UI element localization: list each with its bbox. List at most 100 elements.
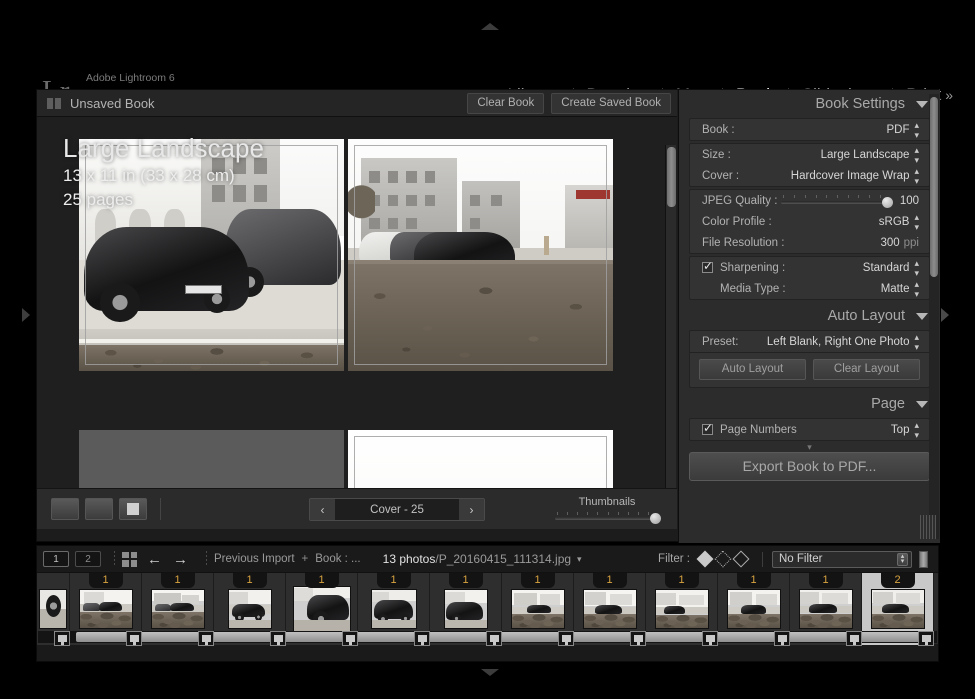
clear-layout-button[interactable]: Clear Layout: [813, 359, 920, 380]
row-media-type[interactable]: Media Type : Matte ▴▾: [690, 278, 929, 299]
page-right-photo[interactable]: [348, 430, 613, 488]
page-left-blank[interactable]: [79, 430, 344, 488]
value-media-type[interactable]: Matte: [881, 283, 910, 295]
filmstrip-thumbnails[interactable]: 1 1: [37, 572, 938, 644]
book-preview-canvas[interactable]: Back Cover: [37, 117, 677, 488]
flag-picked-icon[interactable]: [697, 551, 714, 568]
next-page-button[interactable]: ›: [459, 499, 484, 520]
bottom-panel-toggle-icon[interactable]: [481, 669, 499, 676]
book-settings-group: Book : PDF ▴▾: [689, 118, 930, 141]
slider-line: [781, 201, 890, 204]
top-panel-toggle-icon[interactable]: [481, 23, 499, 30]
page-photo: [79, 139, 344, 371]
toolbar-divider: [160, 498, 161, 520]
flag-rejected-icon[interactable]: [733, 551, 750, 568]
sharpening-checkbox[interactable]: [702, 262, 713, 273]
panel-header-auto-layout[interactable]: Auto Layout: [679, 302, 940, 330]
auto-layout-button[interactable]: Auto Layout: [699, 359, 806, 380]
go-back-icon[interactable]: ←: [147, 552, 162, 567]
panel-expand-handle[interactable]: ▾: [679, 443, 940, 452]
multi-page-view-button[interactable]: [51, 498, 79, 520]
label-page-numbers: Page Numbers: [720, 424, 891, 436]
filter-preset-select[interactable]: No Filter ▴▾: [772, 551, 912, 568]
thumbnail-image: [444, 589, 488, 629]
row-sharpening[interactable]: Sharpening : Standard ▴▾: [690, 257, 929, 278]
value-size[interactable]: Large Landscape: [821, 149, 910, 161]
value-sharpening[interactable]: Standard: [863, 262, 910, 274]
row-cover[interactable]: Cover : Hardcover Image Wrap ▴▾: [690, 165, 929, 186]
page-numbers-checkbox[interactable]: [702, 424, 713, 435]
label-preset: Preset:: [702, 336, 767, 348]
row-book-format[interactable]: Book : PDF ▴▾: [690, 119, 929, 140]
main-window-button[interactable]: 1: [43, 551, 69, 567]
grid-view-icon[interactable]: [122, 552, 137, 567]
panel-resize-grip[interactable]: [920, 515, 936, 539]
panel-scrollbar-thumb[interactable]: [930, 97, 938, 277]
stepper-icon[interactable]: ▴▾: [897, 553, 908, 566]
filmstrip-toggle-grip[interactable]: [919, 551, 928, 568]
value-preset[interactable]: Left Blank, Right One Photo: [767, 336, 910, 348]
breadcrumb-source[interactable]: Previous Import: [214, 553, 295, 565]
export-book-button[interactable]: Export Book to PDF...: [689, 452, 930, 481]
thumbnail-size-slider[interactable]: Thumbnails: [555, 495, 659, 523]
right-panel: Book Settings Book : PDF ▴▾ Size : Large…: [678, 90, 940, 543]
chevron-down-icon[interactable]: [916, 401, 928, 408]
row-preset[interactable]: Preset: Left Blank, Right One Photo ▴▾: [690, 331, 929, 352]
canvas-scrollbar[interactable]: [665, 145, 676, 488]
breadcrumb-collection[interactable]: Book : ...: [315, 553, 360, 565]
create-saved-book-button[interactable]: Create Saved Book: [551, 93, 671, 114]
spread-covers[interactable]: Back Cover: [79, 139, 613, 371]
row-jpeg-quality[interactable]: JPEG Quality : 100: [690, 190, 929, 211]
value-file-resolution[interactable]: 300: [880, 237, 899, 249]
page-front-cover[interactable]: Front Cover: [348, 139, 613, 371]
photo-count-label: 13 photos: [383, 552, 436, 566]
previous-page-button[interactable]: ‹: [310, 499, 335, 520]
chevron-down-icon[interactable]: [916, 101, 928, 108]
go-forward-icon[interactable]: →: [173, 552, 188, 567]
page-back-cover[interactable]: Back Cover: [79, 139, 344, 371]
flag-unflagged-icon[interactable]: [715, 551, 732, 568]
chevron-down-icon[interactable]: [916, 313, 928, 320]
spread-page-1[interactable]: [79, 430, 613, 488]
slider-line: [555, 517, 659, 520]
row-page-numbers[interactable]: Page Numbers Top ▴▾: [690, 419, 929, 440]
jpeg-quality-knob[interactable]: [882, 197, 893, 208]
value-color-profile[interactable]: sRGB: [879, 216, 910, 228]
single-page-view-button[interactable]: [119, 498, 147, 520]
value-jpeg-quality[interactable]: 100: [900, 195, 919, 207]
thumbnails-slider-track[interactable]: [555, 512, 659, 523]
row-size[interactable]: Size : Large Landscape ▴▾: [690, 144, 929, 165]
module-overflow-icon[interactable]: »: [945, 87, 953, 103]
row-file-resolution[interactable]: File Resolution : 300 ppi: [690, 232, 929, 253]
stepper-icon[interactable]: ▴▾: [914, 166, 919, 186]
jpeg-quality-slider[interactable]: [781, 195, 890, 207]
left-panel-toggle-icon[interactable]: [22, 308, 30, 322]
stepper-icon[interactable]: ▴▾: [914, 145, 919, 165]
panel-header-page[interactable]: Page: [679, 390, 940, 418]
row-color-profile[interactable]: Color Profile : sRGB ▴▾: [690, 211, 929, 232]
stepper-icon[interactable]: ▴▾: [914, 212, 919, 232]
book-quality-group: JPEG Quality : 100 Color Profile : sRGB …: [689, 189, 930, 254]
page-range-label[interactable]: Cover - 25: [335, 499, 459, 520]
breadcrumb-separator: +: [302, 553, 309, 565]
spread-view-button[interactable]: [85, 498, 113, 520]
panel-header-book-settings[interactable]: Book Settings: [679, 90, 940, 118]
thumbnails-slider-knob[interactable]: [650, 513, 661, 524]
value-page-numbers-position[interactable]: Top: [891, 424, 910, 436]
value-cover[interactable]: Hardcover Image Wrap: [791, 170, 910, 182]
stepper-icon[interactable]: ▴▾: [914, 258, 919, 278]
chevron-down-icon[interactable]: ▾: [577, 554, 582, 565]
page-count-badge: 1: [809, 573, 843, 588]
right-panel-toggle-icon[interactable]: [941, 308, 949, 322]
content-area: Unsaved Book Clear Book Create Saved Boo…: [36, 89, 939, 542]
stepper-icon[interactable]: ▴▾: [914, 120, 919, 140]
panel-scrollbar[interactable]: [929, 94, 939, 539]
value-book[interactable]: PDF: [886, 124, 909, 136]
stepper-icon[interactable]: ▴▾: [914, 332, 919, 352]
secondary-window-button[interactable]: 2: [75, 551, 101, 567]
stepper-icon[interactable]: ▴▾: [914, 420, 919, 440]
label-color-profile: Color Profile :: [702, 216, 879, 228]
stepper-icon[interactable]: ▴▾: [914, 279, 919, 299]
clear-book-button[interactable]: Clear Book: [467, 93, 544, 114]
canvas-scrollbar-thumb[interactable]: [667, 147, 676, 207]
